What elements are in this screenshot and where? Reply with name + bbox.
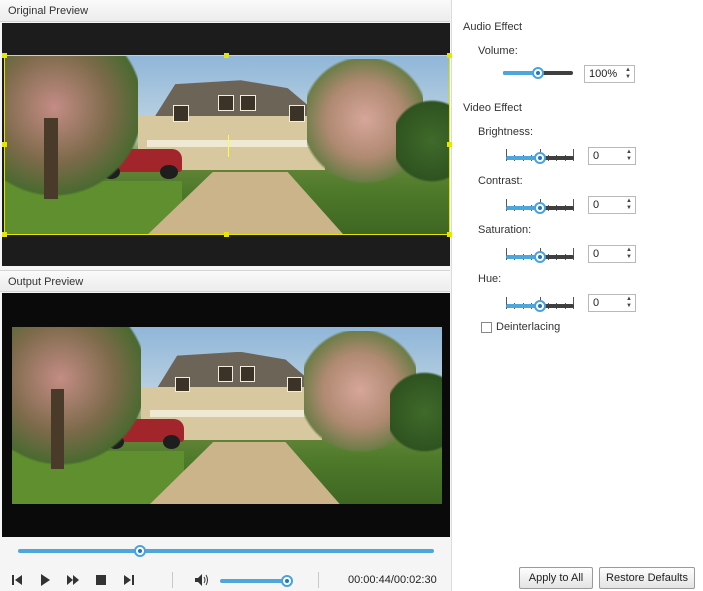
- restore-defaults-button[interactable]: Restore Defaults: [599, 567, 695, 589]
- crosshair-icon: [218, 145, 240, 146]
- skip-forward-icon[interactable]: [122, 573, 136, 587]
- contrast-spinbox[interactable]: 0 ▲ ▼: [588, 196, 636, 214]
- volume-slider-thumb[interactable]: [280, 575, 293, 587]
- scene-window: [239, 365, 255, 382]
- crop-frame[interactable]: [2, 53, 452, 237]
- scene-porch: [149, 410, 322, 418]
- spinner-arrows-icon[interactable]: ▲ ▼: [624, 67, 632, 81]
- brightness-thumb[interactable]: [534, 152, 546, 164]
- audio-volume-spinbox[interactable]: 100% ▲ ▼: [584, 65, 635, 83]
- spinner-arrows-icon[interactable]: ▲ ▼: [625, 198, 633, 212]
- scene-window: [175, 376, 191, 393]
- scene-tree-trunk: [50, 388, 64, 469]
- audio-volume-thumb[interactable]: [532, 67, 544, 79]
- playback-timeline[interactable]: [18, 549, 434, 553]
- brightness-spinbox[interactable]: 0 ▲ ▼: [588, 147, 636, 165]
- crop-handle-bottom-left[interactable]: [2, 232, 7, 237]
- crop-handle-top[interactable]: [224, 53, 229, 58]
- time-readout: 00:00:44/00:02:30: [348, 574, 437, 586]
- scene-tree-far-right: [390, 358, 442, 466]
- output-preview-header: Output Preview: [0, 270, 450, 292]
- audio-volume-value: 100%: [589, 68, 618, 80]
- contrast-value: 0: [593, 199, 600, 211]
- saturation-thumb[interactable]: [534, 251, 546, 263]
- hue-thumb[interactable]: [534, 300, 546, 312]
- scene-window: [218, 365, 234, 382]
- hue-label: Hue:: [478, 273, 502, 285]
- controls-divider: [318, 572, 319, 588]
- crop-handle-top-left[interactable]: [2, 53, 7, 58]
- crop-handle-bottom-right[interactable]: [447, 232, 452, 237]
- play-icon[interactable]: [38, 573, 52, 587]
- volume-label: Volume:: [478, 45, 518, 57]
- crop-handle-top-right[interactable]: [447, 53, 452, 58]
- brightness-label: Brightness:: [478, 126, 534, 138]
- video-scene: [12, 327, 442, 504]
- deinterlacing-label: Deinterlacing: [496, 321, 561, 333]
- playback-controls: 00:00:44/00:02:30: [0, 566, 452, 591]
- speaker-icon[interactable]: [194, 573, 208, 587]
- original-preview-header: Original Preview: [0, 0, 450, 22]
- output-video-frame: [12, 327, 442, 504]
- hue-spinbox[interactable]: 0 ▲ ▼: [588, 294, 636, 312]
- contrast-label: Contrast:: [478, 175, 523, 187]
- fast-forward-icon[interactable]: [66, 573, 80, 587]
- saturation-spinbox[interactable]: 0 ▲ ▼: [588, 245, 636, 263]
- effects-panel: Audio Effect Volume: 100% ▲ ▼ Video Effec…: [453, 0, 703, 591]
- timeline-thumb[interactable]: [133, 545, 146, 557]
- preview-column: Original Preview Output Preview 00:00:44…: [0, 0, 452, 591]
- spinner-arrows-icon[interactable]: ▲ ▼: [625, 247, 633, 261]
- spinner-arrows-icon[interactable]: ▲ ▼: [625, 296, 633, 310]
- saturation-value: 0: [593, 248, 600, 260]
- skip-back-icon[interactable]: [10, 573, 24, 587]
- crop-handle-bottom[interactable]: [224, 232, 229, 237]
- crop-handle-right[interactable]: [447, 142, 452, 147]
- original-preview-viewport[interactable]: [2, 23, 452, 266]
- video-effect-title: Video Effect: [463, 102, 522, 114]
- crop-handle-left[interactable]: [2, 142, 7, 147]
- crosshair-icon: [228, 135, 229, 157]
- controls-divider: [172, 572, 173, 588]
- apply-to-all-button[interactable]: Apply to All: [519, 567, 593, 589]
- hue-value: 0: [593, 297, 600, 309]
- scene-tree-left: [12, 327, 141, 469]
- scene-truck-wheel: [162, 434, 180, 450]
- spinner-arrows-icon[interactable]: ▲ ▼: [625, 149, 633, 163]
- output-preview-viewport: [2, 293, 450, 537]
- scene-window: [287, 376, 303, 393]
- audio-effect-title: Audio Effect: [463, 21, 523, 33]
- contrast-thumb[interactable]: [534, 202, 546, 214]
- brightness-value: 0: [593, 150, 600, 162]
- deinterlacing-checkbox[interactable]: [481, 322, 492, 333]
- saturation-label: Saturation:: [478, 224, 532, 236]
- stop-icon[interactable]: [94, 573, 108, 587]
